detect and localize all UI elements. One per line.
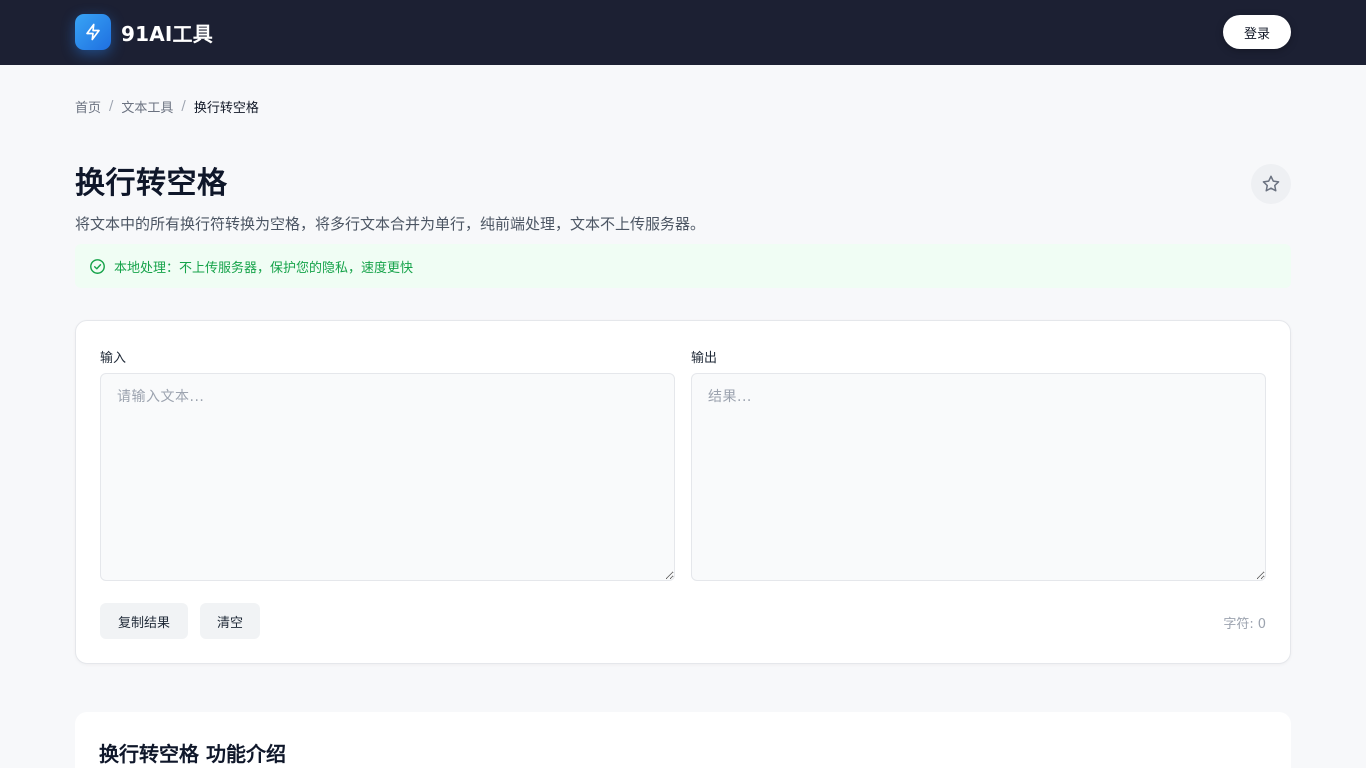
bolt-icon [75, 14, 111, 50]
breadcrumb-separator: / [181, 98, 186, 114]
breadcrumb-current: 换行转空格 [193, 100, 259, 116]
output-label: 输出 [691, 351, 718, 366]
check-circle-icon [89, 258, 106, 275]
char-count-label: 字符: [1223, 617, 1254, 632]
privacy-notice-text: 本地处理：不上传服务器，保护您的隐私，速度更快 [114, 260, 414, 276]
page-description: 将文本中的所有换行符转换为空格，将多行文本合并为单行，纯前端处理，文本不上传服务… [75, 215, 706, 233]
char-count-value: 0 [1257, 617, 1266, 632]
tool-card: 输入 输出 复制结果 清空 字符:0 [75, 320, 1291, 664]
clear-button[interactable]: 清空 [200, 603, 260, 639]
favorite-button[interactable] [1251, 164, 1291, 204]
feature-intro-title: 换行转空格 功能介绍 [99, 742, 286, 766]
input-label: 输入 [100, 351, 127, 366]
brand-name: 91AI工具 [121, 21, 213, 46]
char-count: 字符: 0 [1223, 613, 1266, 632]
breadcrumb-home-link[interactable]: 首页 [75, 97, 101, 116]
breadcrumb: 首页 / 文本工具 / 换行转空格 [75, 97, 259, 116]
login-button[interactable]: 登录 [1223, 15, 1291, 49]
breadcrumb-category-link[interactable]: 文本工具 [121, 97, 173, 116]
top-navbar: 91AI工具 登录 [0, 0, 1366, 65]
page-title: 换行转空格 [75, 166, 228, 201]
brand-logo-link[interactable]: 91AI工具 [75, 14, 213, 50]
input-textarea[interactable] [100, 373, 675, 581]
breadcrumb-separator: / [109, 98, 114, 114]
feature-intro-card: 换行转空格 功能介绍 [75, 712, 1291, 768]
output-textarea[interactable] [691, 373, 1266, 581]
star-icon [1261, 174, 1281, 194]
copy-result-button[interactable]: 复制结果 [100, 603, 188, 639]
privacy-notice: 本地处理：不上传服务器，保护您的隐私，速度更快 [75, 244, 1291, 288]
